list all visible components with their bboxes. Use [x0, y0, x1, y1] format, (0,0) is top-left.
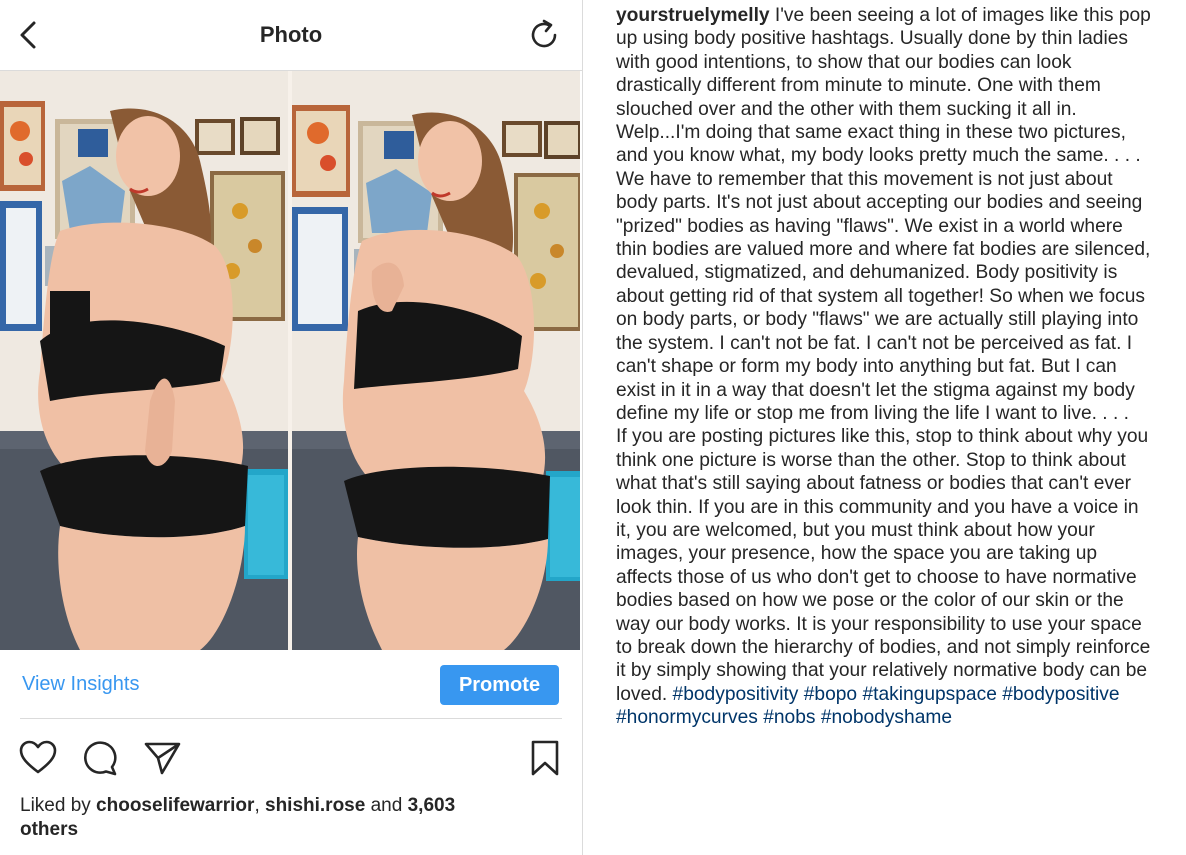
likes-summary: Liked by chooselifewarrior, shishi.rose … [20, 795, 456, 840]
caption-panel: yourstruelymelly I've been seeing a lot … [583, 0, 1186, 855]
comment-icon [83, 741, 117, 776]
photo-right-half [292, 71, 580, 650]
save-button[interactable] [528, 738, 562, 778]
promote-button[interactable]: Promote [440, 665, 559, 705]
caption-paragraph: We have to remember that this movement i… [616, 168, 1151, 424]
comment-button[interactable] [80, 738, 120, 778]
post-panel: Photo View Insights Promote Liked by cho… [0, 0, 582, 855]
hashtag-link[interactable]: #bopo [804, 684, 857, 705]
caption-paragraph: If you are posting pictures like this, s… [616, 426, 1151, 729]
liker-link[interactable]: chooselifewarrior [96, 795, 254, 816]
top-bar: Photo [0, 0, 582, 71]
heart-icon [19, 740, 57, 774]
hashtag-link[interactable]: #bodypositivity [673, 684, 799, 705]
liker-link[interactable]: shishi.rose [265, 795, 365, 816]
likes-others[interactable]: others [20, 819, 78, 840]
post-caption: yourstruelymelly I've been seeing a lot … [616, 4, 1158, 730]
bookmark-icon [531, 740, 559, 776]
hashtag-link[interactable]: #nobs [763, 707, 815, 728]
caption-paragraph: yourstruelymelly I've been seeing a lot … [616, 5, 1151, 167]
hashtag-link[interactable]: #nobodyshame [821, 707, 952, 728]
post-photo[interactable] [0, 71, 582, 650]
likes-count[interactable]: 3,603 [408, 795, 456, 816]
photo-left-half [0, 71, 288, 650]
hashtag-link[interactable]: #takingupspace [862, 684, 996, 705]
caption-username[interactable]: yourstruelymelly [616, 5, 770, 26]
view-insights-link[interactable]: View Insights [22, 673, 139, 696]
hashtag-link[interactable]: #bodypositive [1002, 684, 1119, 705]
refresh-icon [531, 19, 557, 48]
share-icon [144, 742, 181, 775]
page-title: Photo [259, 22, 323, 47]
actions-divider [20, 718, 562, 719]
share-button[interactable] [142, 738, 182, 778]
refresh-button[interactable] [526, 17, 562, 53]
hashtag-link[interactable]: #honormycurves [616, 707, 758, 728]
like-button[interactable] [18, 738, 58, 778]
